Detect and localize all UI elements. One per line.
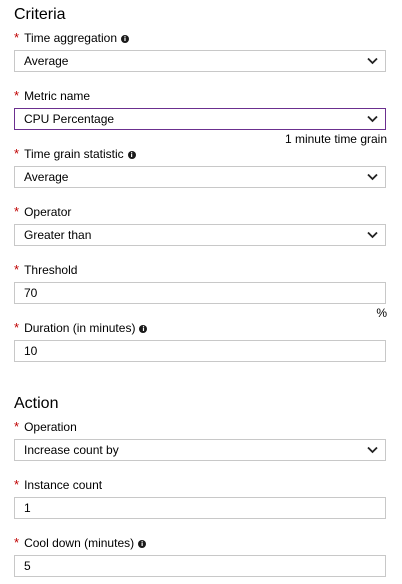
metric-name-label-text: Metric name xyxy=(24,89,91,103)
metric-time-grain-hint: 1 minute time grain xyxy=(284,132,387,146)
criteria-heading: Criteria xyxy=(14,6,66,23)
time-grain-statistic-label-text: Time grain statistic xyxy=(24,147,124,161)
cool-down-label-text: Cool down (minutes) xyxy=(24,536,135,550)
threshold-input[interactable]: 70 xyxy=(14,282,386,304)
metric-name-label: * Metric name xyxy=(14,88,91,104)
metric-name-value: CPU Percentage xyxy=(24,112,115,126)
operator-value: Greater than xyxy=(24,228,92,242)
required-asterisk: * xyxy=(14,204,20,219)
instance-count-label: * Instance count xyxy=(14,477,103,493)
required-asterisk: * xyxy=(14,146,20,161)
operation-value: Increase count by xyxy=(24,443,119,457)
info-icon[interactable]: i xyxy=(127,151,136,159)
time-grain-statistic-label: * Time grain statistic i xyxy=(14,147,136,161)
operator-dropdown[interactable]: Greater than xyxy=(14,224,386,246)
operation-label-text: Operation xyxy=(24,420,77,434)
time-aggregation-value: Average xyxy=(24,54,69,68)
duration-label-text: Duration (in minutes) xyxy=(24,321,136,335)
operation-dropdown[interactable]: Increase count by xyxy=(14,439,386,461)
chevron-down-icon xyxy=(367,231,378,239)
info-icon[interactable]: i xyxy=(139,325,148,333)
action-heading: Action xyxy=(14,395,59,412)
threshold-unit: % xyxy=(376,306,387,320)
time-grain-statistic-value: Average xyxy=(24,170,69,184)
required-asterisk: * xyxy=(14,419,20,434)
required-asterisk: * xyxy=(14,88,20,103)
cool-down-label: * Cool down (minutes) i xyxy=(14,535,147,550)
duration-input[interactable]: 10 xyxy=(14,340,386,362)
chevron-down-icon xyxy=(367,115,378,123)
metric-name-dropdown[interactable]: CPU Percentage xyxy=(14,108,386,130)
cool-down-value: 5 xyxy=(24,559,31,573)
instance-count-label-text: Instance count xyxy=(24,478,103,492)
time-aggregation-label: * Time aggregation i xyxy=(14,30,130,45)
chevron-down-icon xyxy=(367,173,378,181)
threshold-label: * Threshold xyxy=(14,262,78,278)
info-icon[interactable]: i xyxy=(121,35,130,43)
operator-label: * Operator xyxy=(14,204,72,220)
time-grain-statistic-dropdown[interactable]: Average xyxy=(14,166,386,188)
time-aggregation-dropdown[interactable]: Average xyxy=(14,50,386,72)
operation-label: * Operation xyxy=(14,419,77,435)
cool-down-input[interactable]: 5 xyxy=(14,555,386,577)
required-asterisk: * xyxy=(14,535,20,550)
instance-count-input[interactable]: 1 xyxy=(14,497,386,519)
required-asterisk: * xyxy=(14,477,20,492)
instance-count-value: 1 xyxy=(24,501,31,515)
duration-value: 10 xyxy=(24,344,38,358)
threshold-label-text: Threshold xyxy=(24,263,78,277)
chevron-down-icon xyxy=(367,57,378,65)
time-aggregation-label-text: Time aggregation xyxy=(24,31,118,45)
duration-label: * Duration (in minutes) i xyxy=(14,320,148,335)
info-icon[interactable]: i xyxy=(138,540,147,548)
required-asterisk: * xyxy=(14,30,20,45)
threshold-value: 70 xyxy=(24,286,38,300)
required-asterisk: * xyxy=(14,320,20,335)
required-asterisk: * xyxy=(14,262,20,277)
chevron-down-icon xyxy=(367,446,378,454)
operator-label-text: Operator xyxy=(24,205,72,219)
